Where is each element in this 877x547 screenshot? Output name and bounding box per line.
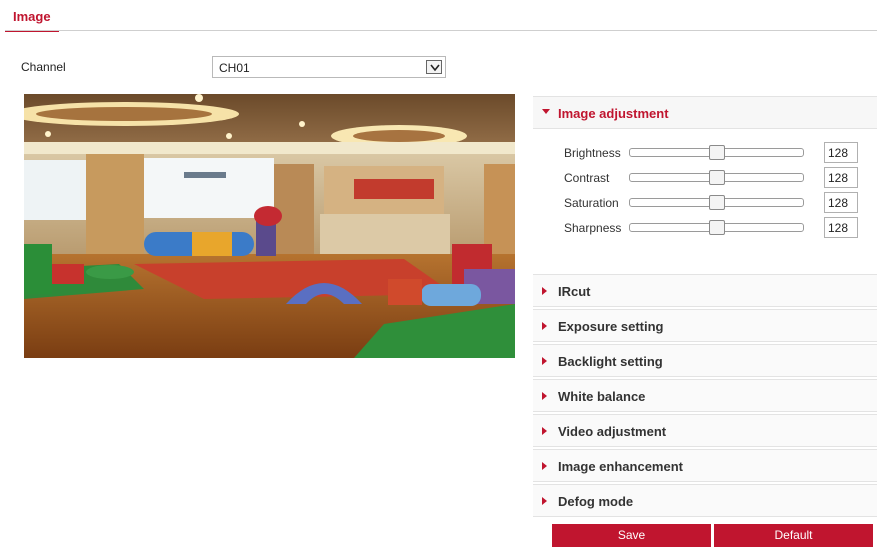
camera-preview bbox=[24, 94, 515, 358]
section-title: Image enhancement bbox=[558, 459, 683, 474]
caret-down-icon bbox=[542, 109, 550, 114]
slider-row-saturation: Saturation 128 bbox=[533, 192, 877, 214]
caret-right-icon bbox=[542, 357, 547, 365]
slider-thumb[interactable] bbox=[709, 170, 725, 185]
chevron-down-icon[interactable] bbox=[426, 60, 442, 74]
slider-label: Brightness bbox=[564, 146, 621, 160]
section-image-enhancement[interactable]: Image enhancement bbox=[533, 449, 877, 482]
slider-row-contrast: Contrast 128 bbox=[533, 167, 877, 189]
sharpness-value-input[interactable]: 128 bbox=[824, 217, 858, 238]
section-title: Video adjustment bbox=[558, 424, 667, 439]
caret-right-icon bbox=[542, 392, 547, 400]
section-ircut[interactable]: IRcut bbox=[533, 274, 877, 307]
saturation-slider[interactable] bbox=[629, 195, 804, 210]
tab-image[interactable]: Image bbox=[5, 9, 59, 32]
save-button[interactable]: Save bbox=[552, 524, 711, 547]
tab-bar: Image bbox=[0, 0, 877, 32]
caret-right-icon bbox=[542, 322, 547, 330]
caret-right-icon bbox=[542, 497, 547, 505]
section-exposure-setting[interactable]: Exposure setting bbox=[533, 309, 877, 342]
slider-thumb[interactable] bbox=[709, 195, 725, 210]
slider-thumb[interactable] bbox=[709, 145, 725, 160]
settings-panel: Image adjustment Brightness 128 Contrast… bbox=[533, 96, 877, 519]
section-backlight-setting[interactable]: Backlight setting bbox=[533, 344, 877, 377]
tab-bar-divider bbox=[5, 30, 877, 31]
section-defog-mode[interactable]: Defog mode bbox=[533, 484, 877, 517]
slider-label: Saturation bbox=[564, 196, 619, 210]
slider-thumb[interactable] bbox=[709, 220, 725, 235]
section-image-adjustment[interactable]: Image adjustment bbox=[533, 96, 877, 129]
sharpness-slider[interactable] bbox=[629, 220, 804, 235]
slider-label: Contrast bbox=[564, 171, 610, 185]
section-title: White balance bbox=[558, 389, 646, 404]
channel-select-value: CH01 bbox=[219, 61, 250, 75]
section-white-balance[interactable]: White balance bbox=[533, 379, 877, 412]
saturation-value-input[interactable]: 128 bbox=[824, 192, 858, 213]
contrast-slider[interactable] bbox=[629, 170, 804, 185]
brightness-slider[interactable] bbox=[629, 145, 804, 160]
section-title: Defog mode bbox=[558, 494, 634, 509]
section-title: Exposure setting bbox=[558, 319, 664, 334]
caret-right-icon bbox=[542, 462, 547, 470]
slider-label: Sharpness bbox=[564, 221, 622, 235]
slider-row-brightness: Brightness 128 bbox=[533, 142, 877, 164]
channel-select[interactable]: CH01 bbox=[212, 56, 446, 78]
channel-label: Channel bbox=[21, 60, 66, 74]
default-button[interactable]: Default bbox=[714, 524, 873, 547]
image-adjustment-body: Brightness 128 Contrast 128 Saturation 1… bbox=[533, 131, 877, 238]
brightness-value-input[interactable]: 128 bbox=[824, 142, 858, 163]
contrast-value-input[interactable]: 128 bbox=[824, 167, 858, 188]
caret-right-icon bbox=[542, 427, 547, 435]
section-video-adjustment[interactable]: Video adjustment bbox=[533, 414, 877, 447]
section-title: Backlight setting bbox=[558, 354, 663, 369]
slider-row-sharpness: Sharpness 128 bbox=[533, 217, 877, 239]
section-title: IRcut bbox=[558, 284, 591, 299]
tab-image-label: Image bbox=[13, 9, 51, 24]
caret-right-icon bbox=[542, 287, 547, 295]
section-title: Image adjustment bbox=[558, 106, 669, 121]
